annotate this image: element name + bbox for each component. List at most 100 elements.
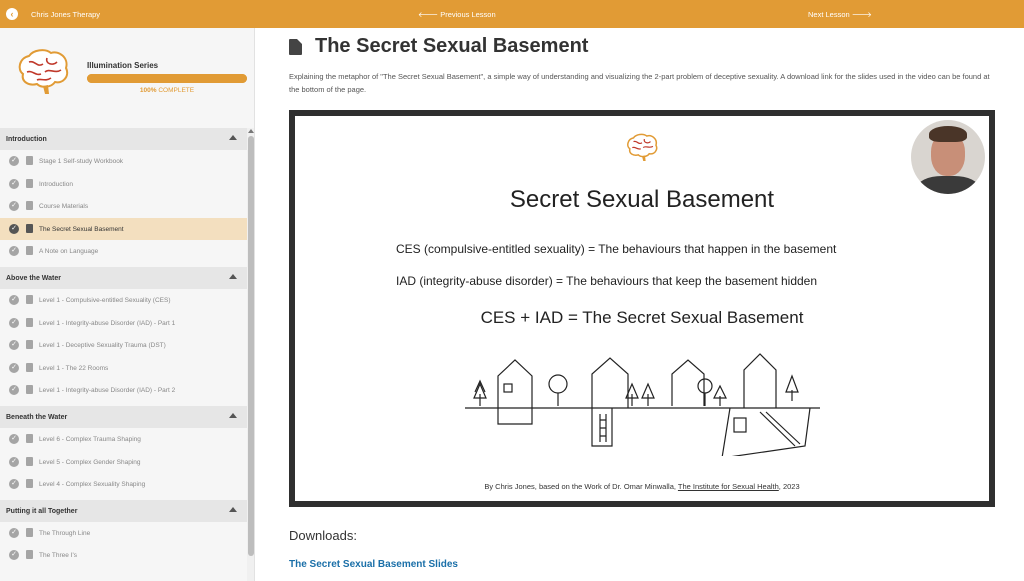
brain-logo-icon <box>627 133 658 161</box>
scrollbar-thumb[interactable] <box>248 136 254 556</box>
slides-download-link[interactable]: The Secret Sexual Basement Slides <box>289 559 458 570</box>
section-header[interactable]: Putting it all Together <box>0 499 247 522</box>
completed-check-icon: ✓ <box>9 362 19 373</box>
lesson-item[interactable]: ✓ Level 1 - Integrity-abuse Disorder (IAD… <box>0 312 247 334</box>
document-icon <box>26 434 33 443</box>
slide-title: Secret Sexual Basement <box>509 186 775 213</box>
lesson-item[interactable]: ✓ Course Materials <box>0 195 247 217</box>
next-lesson-link[interactable]: Next Lesson 🡒 <box>808 10 872 19</box>
lesson-item[interactable]: ✓ Level 5 - Complex Gender Shaping <box>0 451 247 473</box>
completed-check-icon: ✓ <box>9 479 19 490</box>
completed-check-icon: ✓ <box>9 201 19 212</box>
lesson-item-label: Stage 1 Self-study Workbook <box>39 158 124 165</box>
lesson-item-label: The Through Line <box>39 529 91 537</box>
top-bar: ‹ Chris Jones Therapy 🡐 Previous Lesson … <box>0 0 1024 28</box>
completed-check-icon: ✓ <box>9 527 19 538</box>
basement-sketch-illustration <box>465 353 820 456</box>
course-header: Illumination Series 100% COMPLETE <box>0 28 254 128</box>
course-sidebar: Illumination Series 100% COMPLETE Introd… <box>0 28 255 581</box>
lesson-item-label: Introduction <box>39 180 73 188</box>
completed-check-icon: ✓ <box>9 223 19 234</box>
lesson-item-label: The Secret Sexual Basement <box>39 225 124 233</box>
document-icon <box>26 340 33 350</box>
document-icon <box>26 223 33 233</box>
lesson-item-label: Level 1 - Integrity-abuse Disorder (IAD)… <box>39 387 176 395</box>
previous-lesson-link[interactable]: 🡐 Previous Lesson <box>418 10 496 19</box>
lesson-item-label: Course Materials <box>39 203 89 211</box>
lesson-item[interactable]: ✓ Level 1 - Deceptive Sexuality Trauma (D… <box>0 334 247 356</box>
section-header[interactable]: Beneath the Water <box>0 406 247 428</box>
document-icon <box>26 362 33 372</box>
slide-line-iad: IAD (integrity-abuse disorder) = The beh… <box>396 274 818 288</box>
completed-check-icon: ✓ <box>9 156 19 166</box>
document-icon <box>26 456 33 466</box>
completed-check-icon: ✓ <box>9 434 19 444</box>
completed-check-icon: ✓ <box>9 246 19 257</box>
completed-check-icon: ✓ <box>9 550 19 561</box>
progress-bar <box>87 74 247 83</box>
page-title: The Secret Sexual Basement <box>315 35 589 57</box>
lesson-item[interactable]: ✓ Level 6 - Complex Trauma Shaping <box>0 428 247 450</box>
progress-text: 100% COMPLETE <box>139 87 195 94</box>
completed-check-icon: ✓ <box>9 385 19 396</box>
collapse-caret-icon[interactable] <box>229 506 237 512</box>
document-icon <box>26 178 33 188</box>
back-icon[interactable]: ‹ <box>6 8 18 20</box>
slide-credit: By Chris Jones, based on the Work of Dr.… <box>484 482 800 491</box>
lesson-item-label: The Three I's <box>39 552 77 560</box>
course-title[interactable]: Illumination Series <box>87 61 158 70</box>
collapse-caret-icon[interactable] <box>229 135 237 140</box>
document-icon <box>26 317 33 327</box>
video-slide: Secret Sexual Basement CES (compulsive-e… <box>295 116 989 501</box>
document-icon <box>26 527 33 537</box>
lesson-item[interactable]: ✓ Introduction <box>0 173 247 195</box>
slide-equation: CES + IAD = The Secret Sexual Basement <box>480 308 804 327</box>
lesson-item[interactable]: ✓ The Secret Sexual Basement <box>0 217 247 240</box>
document-icon <box>26 201 33 211</box>
arrow-left-icon: 🡐 <box>418 10 441 19</box>
completed-check-icon: ✓ <box>9 317 19 328</box>
arrow-right-icon: 🡒 <box>849 10 872 19</box>
lesson-description: Explaining the metaphor of "The Secret S… <box>289 72 990 94</box>
lesson-item[interactable]: ✓ Level 4 - Complex Sexuality Shaping <box>0 473 247 495</box>
document-icon <box>26 246 33 256</box>
lesson-item[interactable]: ✓ The Three I's <box>0 544 247 566</box>
document-icon <box>26 295 33 304</box>
section-header[interactable]: Introduction <box>0 128 247 150</box>
lesson-item-label: Level 1 - Compulsive-entitled Sexuality … <box>39 297 171 304</box>
lesson-item-label: Level 1 - Deceptive Sexuality Trauma (DS… <box>39 342 166 350</box>
completed-check-icon: ✓ <box>9 295 19 305</box>
lesson-item-label: Level 5 - Complex Gender Shaping <box>39 458 141 466</box>
lesson-item[interactable]: ✓ Stage 1 Self-study Workbook <box>0 150 247 172</box>
collapse-caret-icon[interactable] <box>229 413 237 418</box>
completed-check-icon: ✓ <box>9 340 19 351</box>
site-title[interactable]: Chris Jones Therapy <box>31 10 100 19</box>
document-icon <box>289 39 302 55</box>
document-icon <box>26 385 33 395</box>
lesson-item[interactable]: ✓ The Through Line <box>0 522 247 544</box>
brain-logo-icon <box>18 49 69 94</box>
lesson-item-label: Level 6 - Complex Trauma Shaping <box>39 436 141 443</box>
sidebar-scrollbar[interactable] <box>247 128 254 581</box>
lesson-item[interactable]: ✓ Level 1 - Integrity-abuse Disorder (IAD… <box>0 379 247 401</box>
slide-line-ces: CES (compulsive-entitled sexuality) = Th… <box>396 242 837 256</box>
collapse-caret-icon[interactable] <box>229 274 237 279</box>
document-icon <box>26 479 33 489</box>
progress-fill <box>87 74 247 83</box>
scroll-up-icon[interactable] <box>248 129 254 133</box>
document-icon <box>26 550 33 560</box>
document-icon <box>26 156 33 165</box>
lesson-content: The Secret Sexual Basement Explaining th… <box>255 28 1024 581</box>
lesson-item[interactable]: ✓ Level 1 - The 22 Rooms <box>0 357 247 379</box>
lesson-item-label: A Note on Language <box>39 248 99 256</box>
lesson-item-label: Level 4 - Complex Sexuality Shaping <box>39 481 146 489</box>
lesson-item-label: Level 1 - Integrity-abuse Disorder (IAD)… <box>39 319 176 327</box>
lesson-item[interactable]: ✓ A Note on Language <box>0 240 247 262</box>
completed-check-icon: ✓ <box>9 178 19 189</box>
video-player[interactable]: Secret Sexual Basement CES (compulsive-e… <box>289 110 995 507</box>
downloads-heading: Downloads: <box>289 528 357 543</box>
presenter-avatar <box>911 120 985 194</box>
completed-check-icon: ✓ <box>9 456 19 467</box>
lesson-item[interactable]: ✓ Level 1 - Compulsive-entitled Sexuality… <box>0 289 247 311</box>
section-header[interactable]: Above the Water <box>0 267 247 289</box>
